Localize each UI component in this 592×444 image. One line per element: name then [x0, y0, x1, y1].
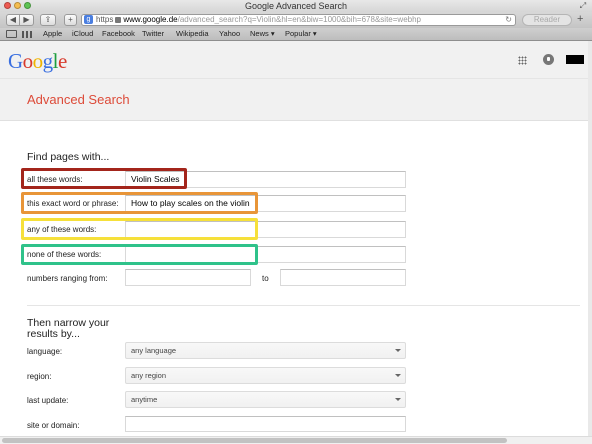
close-window-button[interactable] [4, 2, 11, 9]
find-pages-heading: Find pages with... [27, 151, 110, 163]
reload-icon[interactable]: ↻ [505, 15, 512, 25]
horizontal-scroll-thumb[interactable] [2, 438, 507, 443]
region-select-value: any region [131, 371, 167, 380]
bookmark-facebook[interactable]: Facebook [102, 28, 135, 40]
account-button[interactable] [566, 55, 584, 64]
bookmark-apple[interactable]: Apple [43, 28, 62, 40]
chevron-down-icon [395, 374, 401, 377]
number-to-label: to [262, 274, 269, 283]
minimize-window-button[interactable] [14, 2, 21, 9]
google-favicon-icon: g [84, 15, 93, 25]
google-logo[interactable]: Google [8, 49, 67, 74]
window-controls [4, 2, 31, 9]
logo-letter: G [8, 49, 23, 73]
top-sites-grid-icon[interactable] [22, 31, 32, 38]
apps-grid-icon[interactable] [518, 56, 527, 65]
bookmark-twitter[interactable]: Twitter [142, 28, 164, 40]
back-button[interactable]: ◀ [6, 14, 20, 26]
bookmarks-book-icon[interactable] [6, 30, 17, 38]
narrow-heading-line2: results by... [27, 328, 80, 340]
section-divider [27, 305, 580, 306]
bookmark-icloud[interactable]: iCloud [72, 28, 93, 40]
bookmark-news-menu[interactable]: News ▾ [250, 28, 275, 40]
number-to-input[interactable] [280, 269, 406, 286]
site-domain-input[interactable] [125, 416, 406, 432]
numbers-range-label: numbers ranging from: [27, 274, 108, 283]
bookmark-wikipedia[interactable]: Wikipedia [176, 28, 209, 40]
chevron-down-icon [395, 349, 401, 352]
logo-letter: o [22, 49, 34, 73]
url-host: www.google.de [123, 15, 178, 24]
bookmark-yahoo[interactable]: Yahoo [219, 28, 240, 40]
fullscreen-icon[interactable]: ⤢ [579, 2, 587, 10]
last-update-select-value: anytime [131, 395, 158, 404]
language-select[interactable]: any language [125, 342, 406, 359]
bookmarks-bar: Apple iCloud Facebook Twitter Wikipedia … [0, 28, 592, 41]
logo-letter: o [32, 49, 44, 73]
chevron-down-icon [395, 398, 401, 401]
window-titlebar: Google Advanced Search ⤢ [0, 0, 592, 12]
logo-letter: e [58, 49, 67, 73]
logo-letter: g [42, 49, 54, 73]
language-label: language: [27, 347, 63, 356]
last-update-select[interactable]: anytime [125, 391, 406, 408]
highlight-box-green [21, 244, 258, 265]
region-label: region: [27, 372, 52, 381]
title-band: Advanced Search [0, 79, 592, 121]
highlight-box-red [21, 168, 187, 189]
lock-icon [115, 16, 122, 23]
highlight-box-orange [21, 192, 258, 214]
last-update-label: last update: [27, 396, 69, 405]
add-bookmark-icon[interactable]: + [577, 13, 583, 25]
highlight-box-yellow [21, 218, 258, 240]
region-select[interactable]: any region [125, 367, 406, 384]
vertical-scroll-track[interactable] [588, 41, 592, 436]
notifications-icon[interactable] [543, 54, 554, 65]
number-from-input[interactable] [125, 269, 251, 286]
window-title: Google Advanced Search [244, 1, 348, 11]
url-path: /advanced_search?q=Violin&hl=en&biw=1000… [177, 15, 421, 24]
site-domain-label: site or domain: [27, 421, 80, 430]
zoom-window-button[interactable] [24, 2, 31, 9]
google-header: Google [0, 41, 592, 79]
horizontal-scrollbar[interactable] [0, 436, 592, 444]
bookmark-popular-menu[interactable]: Popular ▾ [285, 28, 317, 40]
reader-button[interactable]: Reader [522, 14, 572, 26]
browser-toolbar: ◀ ▶ ⇪ + g https www.google.de/advanced_sea… [0, 12, 592, 28]
page-title: Advanced Search [27, 92, 130, 107]
url-scheme: https [96, 15, 114, 24]
new-tab-button[interactable]: + [64, 14, 77, 26]
share-button[interactable]: ⇪ [40, 14, 56, 26]
forward-button[interactable]: ▶ [20, 14, 34, 26]
language-select-value: any language [131, 346, 177, 355]
address-bar[interactable]: g https www.google.de/advanced_search?q=Vi… [81, 14, 516, 26]
